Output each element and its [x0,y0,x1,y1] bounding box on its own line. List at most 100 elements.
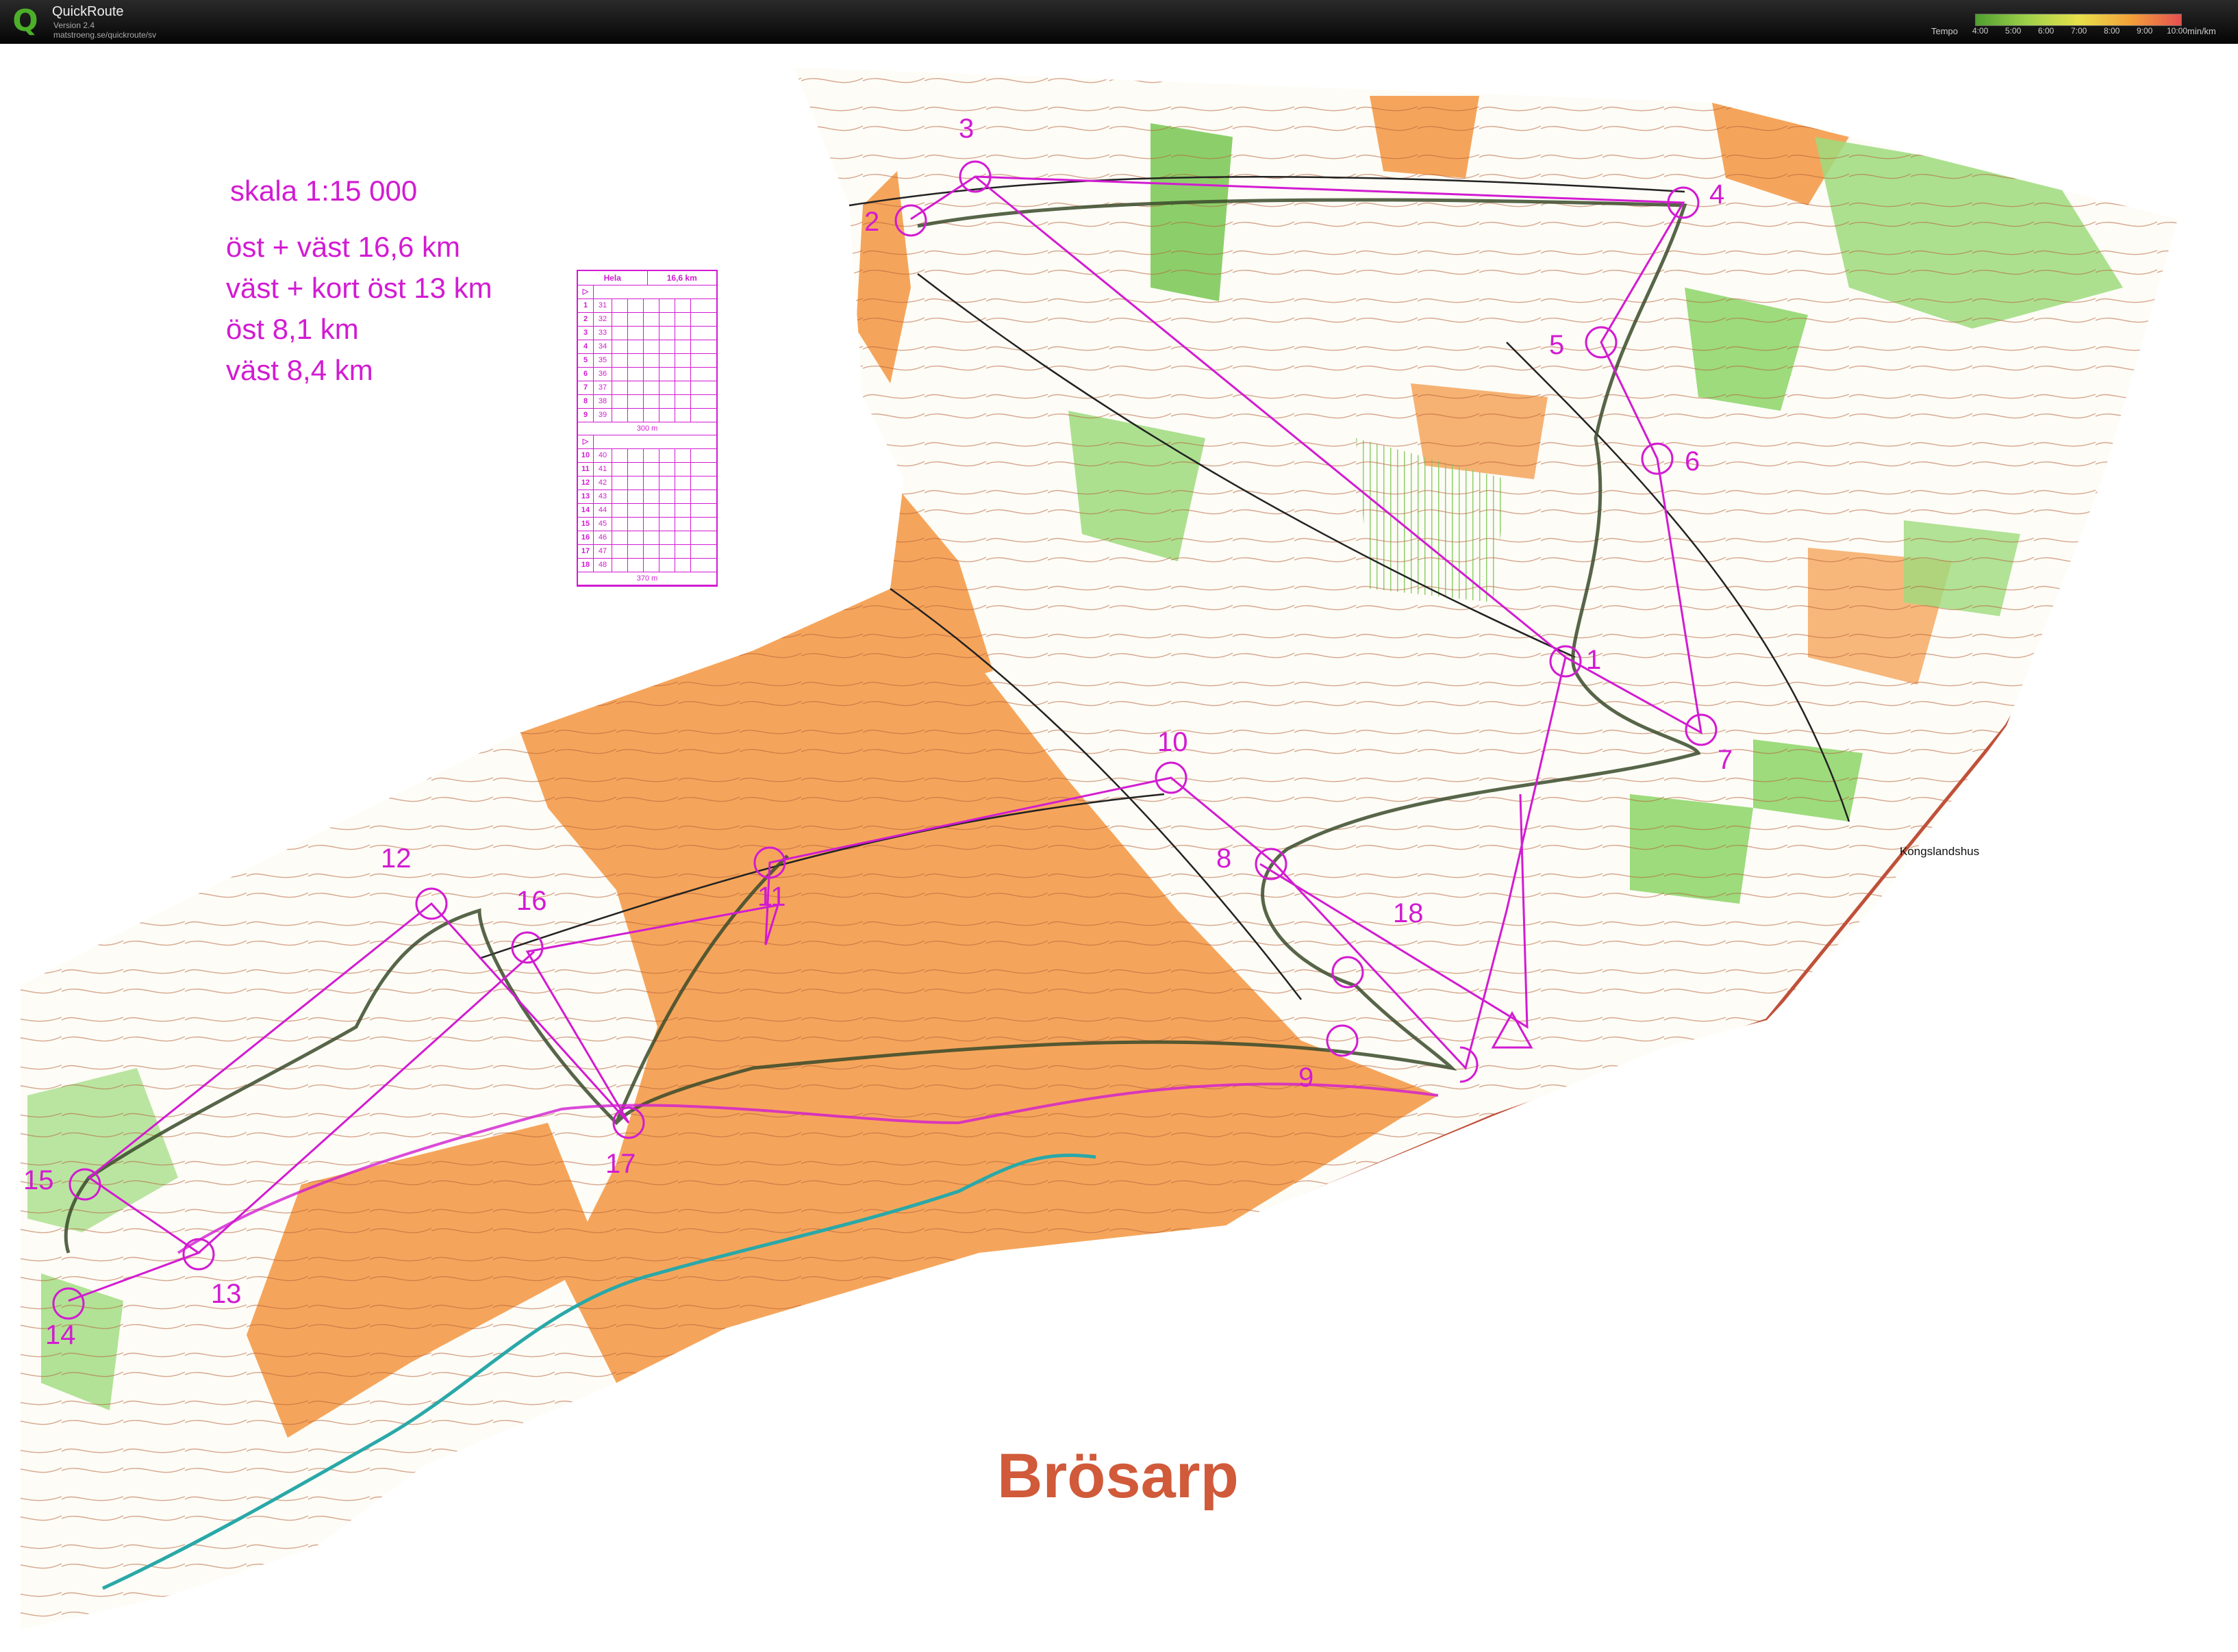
control-number: 17 [605,1149,636,1179]
control-order: 7 [578,381,594,394]
control-number: 7 [1718,745,1733,775]
control-number: 4 [1709,179,1725,209]
description-row: 9 39 [578,409,716,422]
description-row: 17 47 [578,545,716,559]
tempo-tick: 7:00 [2071,26,2087,36]
control-number: 1 [1586,645,1602,675]
tempo-tick: 10:00 [2167,26,2188,36]
control-code: 45 [594,518,612,531]
control-order: 13 [578,490,594,503]
control-code: 40 [594,449,612,462]
tempo-color-scale [1975,14,2182,26]
app-name: QuickRoute [52,4,124,19]
course-length-text: öst 8,1 km [226,313,359,345]
description-row: 15 45 [578,518,716,531]
tempo-tick: 8:00 [2104,26,2120,36]
control-order: 2 [578,313,594,326]
control-order: 16 [578,531,594,544]
course-length-text: väst + kort öst 13 km [226,272,492,304]
description-header: Hela 16,6 km [578,271,716,285]
control-number: 14 [45,1320,76,1350]
description-row: 7 37 [578,381,716,395]
description-row: 3 33 [578,327,716,340]
control-code: 46 [594,531,612,544]
quickroute-logo-icon: Q [12,3,38,38]
description-row: 6 36 [578,368,716,381]
control-number: 16 [516,886,547,916]
control-order: 17 [578,545,594,558]
control-code: 36 [594,368,612,381]
description-row: 8 38 [578,395,716,409]
control-order: 8 [578,395,594,408]
control-code: 41 [594,463,612,476]
control-code: 47 [594,545,612,558]
control-order: 3 [578,327,594,340]
description-row: 14 44 [578,504,716,518]
map-scale-text: skala 1:15 000 [230,175,418,207]
description-class: Hela [578,271,648,285]
control-number: 13 [211,1279,242,1309]
control-code: 39 [594,409,612,422]
description-start-row: ▷ [578,285,716,299]
control-code: 35 [594,354,612,367]
control-number: 6 [1685,446,1700,476]
control-number: 15 [23,1165,54,1195]
app-url[interactable]: matstroeng.se/quickroute/sv [53,30,156,40]
start-triangle-icon: ▷ [578,285,594,298]
control-code: 44 [594,504,612,517]
control-code: 42 [594,476,612,490]
control-order: 10 [578,449,594,462]
description-row: 18 48 [578,559,716,572]
control-order: 15 [578,518,594,531]
control-number: 12 [381,843,412,874]
control-order: 14 [578,504,594,517]
control-order: 18 [578,559,594,572]
description-row: 4 34 [578,340,716,354]
control-number: 2 [864,207,880,237]
control-number: 5 [1549,330,1565,360]
tempo-unit: min/km [2187,26,2216,36]
description-row: 12 42 [578,476,716,490]
control-number: 3 [959,114,975,144]
course-length-text: öst + väst 16,6 km [226,231,460,263]
control-order: 4 [578,340,594,353]
control-order: 9 [578,409,594,422]
quickroute-toolbar: Q QuickRoute Version 2.4 matstroeng.se/q… [0,0,2238,44]
tempo-tick: 4:00 [1972,26,1989,36]
tempo-tick: 6:00 [2038,26,2054,36]
control-order: 12 [578,476,594,490]
description-row: 11 41 [578,463,716,476]
tempo-tick: 9:00 [2137,26,2153,36]
description-row: 10 40 [578,449,716,463]
control-code: 34 [594,340,612,353]
description-row: 2 32 [578,313,716,327]
control-number: 11 [757,882,786,912]
place-label: Kongslandshus [1900,845,1980,858]
tempo-tick: 5:00 [2005,26,2022,36]
control-code: 37 [594,381,612,394]
description-length: 16,6 km [666,273,697,283]
start-triangle-icon: ▷ [578,435,594,448]
map-title: Brösarp [997,1441,1239,1511]
control-code: 48 [594,559,612,572]
control-description-sheet: Hela 16,6 km ▷ 1 31 2 32 3 33 4 34 5 35 6 36 7 37 8 38 9… [577,270,718,587]
control-code: 33 [594,327,612,340]
orienteering-map[interactable]: skala 1:15 000 öst + väst 16,6 km väst +… [0,44,2238,1652]
description-row: 13 43 [578,490,716,504]
description-start-row: ▷ [578,435,716,449]
control-number: 9 [1298,1063,1314,1093]
control-order: 1 [578,299,594,312]
control-code: 38 [594,395,612,408]
control-order: 5 [578,354,594,367]
description-distance: 300 m [578,422,716,435]
description-distance: 370 m [578,572,716,585]
tempo-label: Tempo [1931,26,1959,36]
control-number: 8 [1216,843,1232,874]
control-order: 6 [578,368,594,381]
control-code: 32 [594,313,612,326]
app-version: Version 2.4 [53,21,95,30]
control-number: 18 [1393,898,1424,928]
control-order: 11 [578,463,594,476]
description-row: 5 35 [578,354,716,368]
control-code: 31 [594,299,612,312]
